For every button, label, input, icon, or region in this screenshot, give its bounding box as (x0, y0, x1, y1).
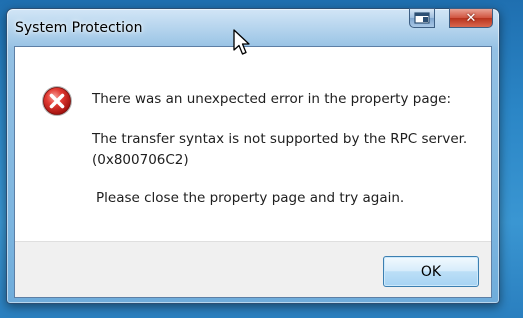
caption-buttons: ✕ (409, 8, 493, 30)
close-button[interactable]: ✕ (449, 8, 493, 28)
error-instruction: Please close the property page and try a… (96, 190, 405, 206)
mouse-pointer-icon (233, 29, 250, 55)
system-protection-dialog: System Protection ✕ There was an unexpec… (6, 8, 500, 304)
error-icon (42, 86, 72, 116)
error-code: (0x800706C2) (92, 152, 189, 168)
help-pane-icon (414, 12, 430, 24)
ok-button[interactable]: OK (383, 256, 479, 287)
help-pane-button[interactable] (409, 8, 435, 28)
close-x-icon: ✕ (465, 10, 477, 26)
window-title: System Protection (15, 20, 143, 36)
button-bar: OK (15, 241, 491, 297)
error-detail: The transfer syntax is not supported by … (92, 131, 468, 147)
error-heading: There was an unexpected error in the pro… (92, 91, 452, 107)
title-bar[interactable]: System Protection ✕ (7, 8, 499, 45)
dialog-content: There was an unexpected error in the pro… (14, 46, 492, 298)
